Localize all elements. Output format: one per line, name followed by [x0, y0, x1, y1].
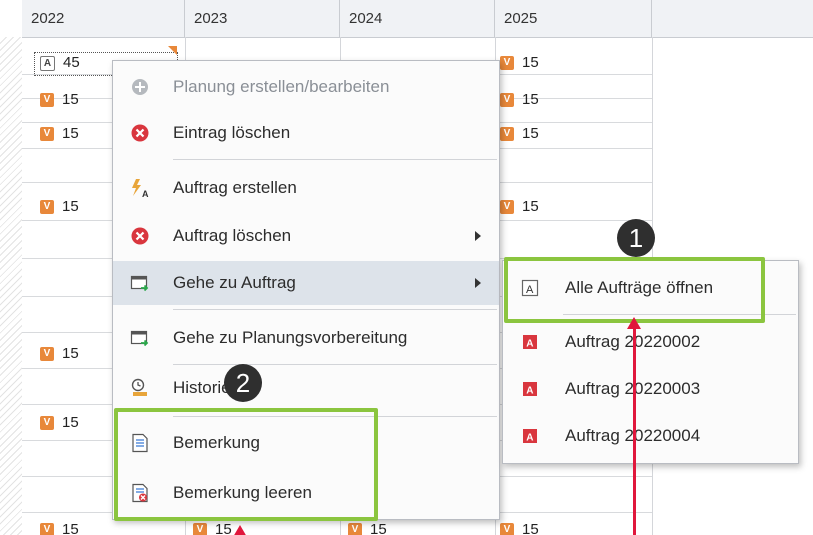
highlight-box-1: [504, 257, 765, 323]
plan-cell[interactable]: V 15: [193, 520, 232, 535]
plan-cell[interactable]: V 15: [40, 520, 79, 535]
pointer-arrowhead-1: [627, 317, 641, 329]
plan-cell[interactable]: V 15: [500, 197, 539, 217]
submenu-item-auftrag-20220003[interactable]: A Auftrag 20220003: [503, 367, 798, 411]
column-header-2023[interactable]: 2023: [185, 0, 340, 37]
menu-item-planung-erstellen[interactable]: Planung erstellen/bearbeiten: [113, 65, 499, 109]
pointer-arrowhead-2: [233, 525, 247, 535]
plan-badge-icon: V: [500, 127, 514, 142]
svg-text:A: A: [526, 433, 533, 444]
cell-value: 15: [62, 345, 79, 362]
menu-item-label: Gehe zu Planungsvorbereitung: [173, 328, 408, 347]
menu-item-label: Eintrag löschen: [173, 123, 291, 142]
menu-separator: [173, 159, 497, 160]
column-header-2025[interactable]: 2025: [495, 0, 652, 37]
plan-cell[interactable]: V 15: [40, 90, 79, 110]
plan-cell[interactable]: V 15: [40, 124, 79, 144]
delete-red-icon: [131, 227, 149, 245]
submenu-arrow-icon: [475, 231, 481, 241]
menu-item-label: Gehe zu Auftrag: [173, 273, 296, 292]
comment-marker-icon: [168, 46, 177, 55]
history-icon: [131, 378, 147, 396]
plan-badge-icon: V: [193, 523, 207, 535]
plan-badge-icon: V: [40, 523, 54, 535]
cell-value: 45: [63, 54, 80, 71]
row-gutter: [0, 37, 22, 535]
submenu-item-auftrag-20220002[interactable]: A Auftrag 20220002: [503, 320, 798, 364]
plan-badge-icon: V: [40, 416, 54, 431]
plus-circle-icon: [132, 79, 148, 95]
menu-item-gehe-zu-auftrag[interactable]: Gehe zu Auftrag: [113, 261, 499, 305]
menu-item-label: Auftrag erstellen: [173, 178, 297, 197]
cell-value: 15: [370, 521, 387, 535]
menu-separator: [173, 309, 497, 310]
cell-value: 15: [62, 91, 79, 108]
plan-cell[interactable]: V 15: [40, 413, 79, 433]
menu-item-auftrag-erstellen[interactable]: A Auftrag erstellen: [113, 166, 499, 210]
plan-badge-icon: V: [348, 523, 362, 535]
menu-item-auftrag-loeschen[interactable]: Auftrag löschen: [113, 214, 499, 258]
plan-badge-icon: V: [40, 93, 54, 108]
cell-value: 15: [62, 198, 79, 215]
cell-value: 15: [522, 54, 539, 71]
svg-text:A: A: [526, 386, 533, 397]
plan-badge-icon: V: [40, 127, 54, 142]
plan-cell[interactable]: V 15: [40, 197, 79, 217]
plan-badge-icon: V: [40, 200, 54, 215]
column-header-2024[interactable]: 2024: [340, 0, 495, 37]
plan-badge-icon: V: [500, 200, 514, 215]
plan-cell[interactable]: A 45: [40, 53, 80, 73]
plan-cell[interactable]: V 15: [348, 520, 387, 535]
menu-item-label: Historie: [173, 378, 231, 397]
year-header-row: 2022 2023 2024 2025: [22, 0, 813, 38]
plan-cell[interactable]: V 15: [500, 124, 539, 144]
column-header-2022[interactable]: 2022: [22, 0, 185, 37]
plan-cell[interactable]: V 15: [500, 90, 539, 110]
order-red-icon: A: [523, 429, 537, 444]
cell-value: 15: [522, 198, 539, 215]
plan-badge-icon: V: [500, 56, 514, 71]
submenu-arrow-icon: [475, 278, 481, 288]
cell-value: 15: [62, 521, 79, 535]
cell-value: 15: [522, 125, 539, 142]
svg-text:A: A: [142, 189, 149, 198]
plan-cell[interactable]: V 15: [500, 520, 539, 535]
menu-item-label: Planung erstellen/bearbeiten: [173, 77, 390, 96]
cell-value: 15: [62, 414, 79, 431]
cell-value: 15: [215, 521, 232, 535]
plan-badge-icon: V: [40, 347, 54, 362]
submenu-item-auftrag-20220004[interactable]: A Auftrag 20220004: [503, 414, 798, 458]
order-red-icon: A: [523, 382, 537, 397]
menu-item-historie[interactable]: Historie: [113, 366, 499, 410]
svg-text:A: A: [526, 339, 533, 350]
cell-value: 15: [522, 521, 539, 535]
highlight-box-2: [114, 408, 378, 521]
order-badge-icon: A: [40, 55, 55, 71]
lightning-a-icon: A: [132, 179, 149, 198]
plan-cell[interactable]: V 15: [40, 344, 79, 364]
goto-window-icon: [130, 275, 149, 292]
cell-value: 15: [62, 125, 79, 142]
plan-badge-icon: V: [500, 523, 514, 535]
menu-item-planungsvorbereitung[interactable]: Gehe zu Planungsvorbereitung: [113, 316, 499, 360]
app-window: 2022 2023 2024 2025 A 45 V 15 V 15 V 15 V 15 …: [0, 0, 813, 535]
menu-item-eintrag-loeschen[interactable]: Eintrag löschen: [113, 111, 499, 155]
callout-badge-2: 2: [224, 364, 262, 402]
order-red-icon: A: [523, 335, 537, 350]
menu-item-label: Auftrag löschen: [173, 226, 292, 245]
goto-window-icon: [130, 330, 149, 347]
callout-badge-1: 1: [617, 219, 655, 257]
plan-badge-icon: V: [500, 93, 514, 108]
menu-separator: [173, 364, 497, 365]
pointer-arrow-1: [633, 328, 636, 535]
plan-cell[interactable]: V 15: [500, 53, 539, 73]
cell-value: 15: [522, 91, 539, 108]
delete-red-icon: [131, 124, 149, 142]
